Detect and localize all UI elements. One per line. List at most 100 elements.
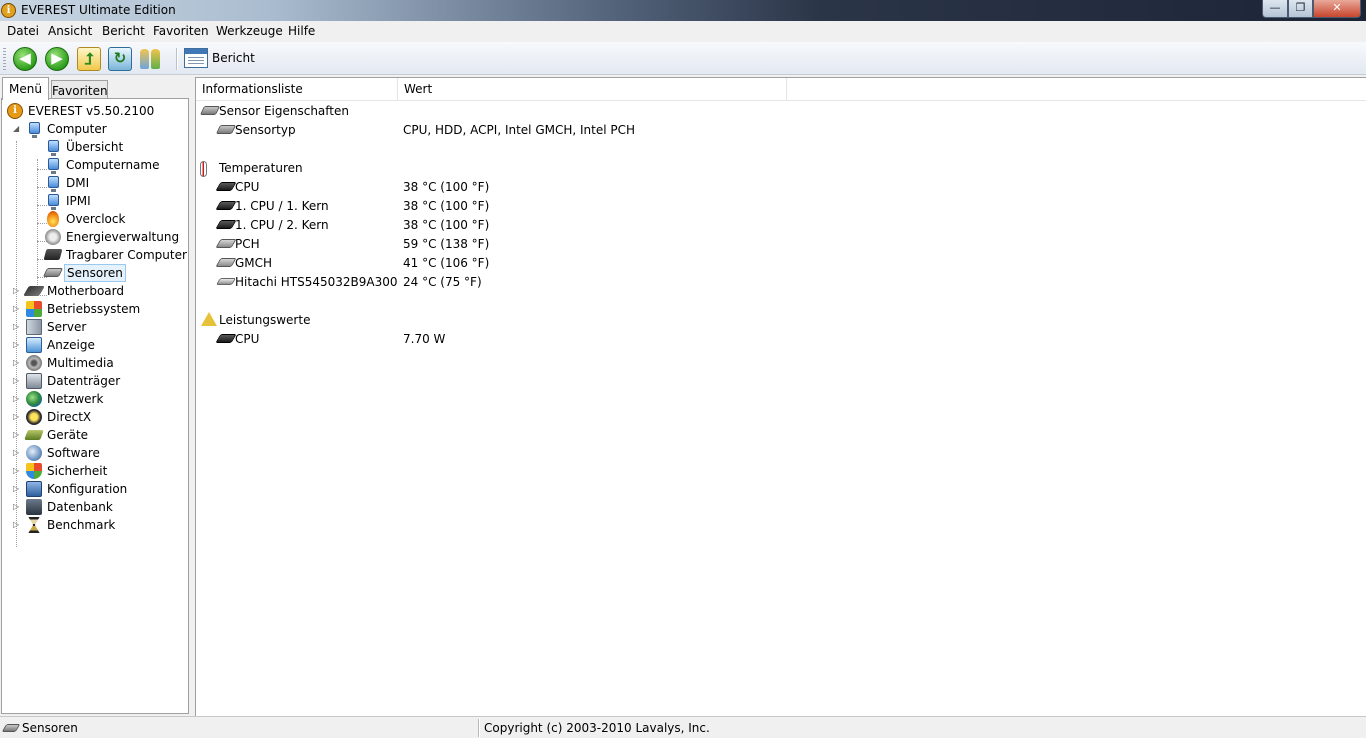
sensor-icon: [199, 106, 221, 115]
expand-arrow-icon[interactable]: ▷: [13, 377, 21, 385]
tree-item-label: Tragbarer Computer: [66, 248, 187, 262]
tree-line: [37, 159, 38, 295]
expand-arrow-icon[interactable]: ▷: [13, 485, 21, 493]
expand-arrow-icon[interactable]: ▷: [13, 305, 21, 313]
menu-hilfe[interactable]: Hilfe: [288, 24, 315, 38]
close-button[interactable]: ✕: [1313, 0, 1361, 18]
expand-arrow-icon[interactable]: ▷: [13, 395, 21, 403]
report-icon[interactable]: [184, 48, 208, 68]
column-header-informationsliste[interactable]: Informationsliste: [196, 78, 398, 101]
toolbar-separator: [176, 48, 178, 70]
tree-item-label: DirectX: [47, 410, 92, 424]
list-row[interactable]: Hitachi HTS545032B9A300 24 °C (75 °F): [196, 273, 1366, 292]
tree-item-label: DMI: [66, 176, 90, 190]
expand-arrow-icon[interactable]: ▷: [13, 449, 21, 457]
tree-line: [37, 187, 47, 188]
collapse-arrow-icon[interactable]: ◢: [13, 125, 21, 133]
drive-icon: [26, 373, 42, 389]
menu-werkzeuge[interactable]: Werkzeuge: [216, 24, 283, 38]
list-row[interactable]: CPU 7.70 W: [196, 330, 1366, 349]
tree-item-label: Übersicht: [66, 140, 124, 154]
tab-menu[interactable]: Menü: [2, 77, 49, 100]
tree-item-label: Computername: [66, 158, 160, 172]
expand-arrow-icon[interactable]: ▷: [13, 467, 21, 475]
app-info-icon[interactable]: i: [1, 3, 16, 18]
row-value: 38 °C (100 °F): [403, 199, 490, 213]
row-value: 59 °C (138 °F): [403, 237, 490, 251]
menu-datei[interactable]: Datei: [7, 24, 39, 38]
monitor-icon: [48, 176, 59, 192]
forward-button[interactable]: ▶: [45, 47, 69, 71]
tree-item-label: Geräte: [47, 428, 89, 442]
warning-icon: [201, 312, 217, 326]
menu-favoriten[interactable]: Favoriten: [153, 24, 209, 38]
column-header-wert[interactable]: Wert: [398, 78, 787, 101]
row-name: 1. CPU / 2. Kern: [235, 218, 329, 232]
cpu-icon: [215, 334, 237, 343]
row-name: CPU: [235, 180, 260, 194]
back-button[interactable]: ◀: [13, 47, 37, 71]
group-header-row[interactable]: Leistungswerte: [196, 311, 1366, 330]
cpu-icon: [215, 182, 237, 191]
row-value: 24 °C (75 °F): [403, 275, 482, 289]
expand-arrow-icon[interactable]: ▷: [13, 431, 21, 439]
shield-icon: [26, 463, 42, 479]
tree-item-label: Betriebssystem: [47, 302, 141, 316]
expand-arrow-icon[interactable]: ▷: [13, 323, 21, 331]
status-divider: [478, 719, 480, 737]
up-button[interactable]: ⮥: [77, 47, 101, 71]
list-row[interactable]: Sensortyp CPU, HDD, ACPI, Intel GMCH, In…: [196, 121, 1366, 140]
expand-arrow-icon[interactable]: ▷: [13, 503, 21, 511]
tree-item-label: IPMI: [66, 194, 91, 208]
navigation-tree[interactable]: i EVEREST v5.50.2100 ◢ Computer Übersich…: [1, 98, 189, 714]
detail-list[interactable]: Informationsliste Wert Sensor Eigenschaf…: [195, 77, 1366, 716]
status-copyright: Copyright (c) 2003-2010 Lavalys, Inc.: [484, 721, 710, 735]
sensor-icon: [42, 268, 64, 277]
list-row[interactable]: 1. CPU / 2. Kern 38 °C (100 °F): [196, 216, 1366, 235]
tree-item-label: Datenträger: [47, 374, 121, 388]
menu-ansicht[interactable]: Ansicht: [48, 24, 92, 38]
row-name: CPU: [235, 332, 260, 346]
refresh-button[interactable]: ↻: [108, 47, 132, 71]
user-icon: [140, 49, 149, 69]
devices-icon: [24, 430, 44, 440]
minimize-button[interactable]: —: [1262, 0, 1288, 18]
hdd-icon: [215, 278, 237, 285]
tree-root-label: EVEREST v5.50.2100: [28, 104, 155, 118]
tree-item-label: Computer: [47, 122, 107, 136]
tab-favoriten[interactable]: Favoriten: [51, 80, 108, 99]
tree-item-label: Anzeige: [47, 338, 95, 352]
monitor-icon: [48, 158, 59, 174]
row-name: PCH: [235, 237, 260, 251]
row-value: 7.70 W: [403, 332, 446, 346]
group-header-row[interactable]: Temperaturen: [196, 159, 1366, 178]
expand-arrow-icon[interactable]: ▷: [13, 341, 21, 349]
tree-item-label: Konfiguration: [47, 482, 128, 496]
group-title: Sensor Eigenschaften: [219, 104, 349, 118]
report-button-label[interactable]: Bericht: [212, 51, 255, 65]
laptop-icon: [43, 249, 63, 260]
tree-line: [37, 223, 47, 224]
expand-arrow-icon[interactable]: ▷: [13, 521, 21, 529]
directx-icon: [26, 409, 42, 425]
tree-item-label: Sicherheit: [47, 464, 108, 478]
database-icon: [26, 499, 42, 515]
tree-item-label: Server: [47, 320, 87, 334]
group-header-row[interactable]: Sensor Eigenschaften: [196, 102, 1366, 121]
users-button[interactable]: [140, 47, 162, 71]
hourglass-icon: [28, 517, 40, 533]
toolbar-grip[interactable]: [3, 48, 6, 70]
expand-arrow-icon[interactable]: ▷: [13, 413, 21, 421]
row-value: 41 °C (106 °F): [403, 256, 490, 270]
list-row[interactable]: 1. CPU / 1. Kern 38 °C (100 °F): [196, 197, 1366, 216]
expand-arrow-icon[interactable]: ▷: [13, 287, 21, 295]
expand-arrow-icon[interactable]: ▷: [13, 359, 21, 367]
tree-item-label: Benchmark: [47, 518, 116, 532]
tree-item-label: Motherboard: [47, 284, 124, 298]
menu-bericht[interactable]: Bericht: [102, 24, 145, 38]
list-row[interactable]: GMCH 41 °C (106 °F): [196, 254, 1366, 273]
tree-item-label: Energieverwaltung: [66, 230, 180, 244]
maximize-button[interactable]: ❐: [1288, 0, 1313, 18]
list-row[interactable]: CPU 38 °C (100 °F): [196, 178, 1366, 197]
list-row[interactable]: PCH 59 °C (138 °F): [196, 235, 1366, 254]
